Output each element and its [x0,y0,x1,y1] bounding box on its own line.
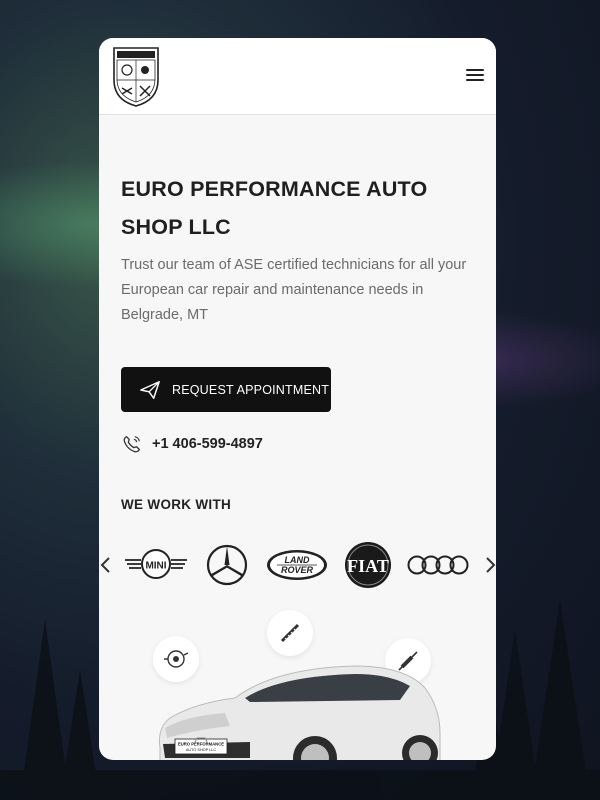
shock-absorber-bubble [267,610,313,656]
phone-number: +1 406-599-4897 [152,436,263,452]
brand-mini-logo[interactable]: MINI [123,540,189,590]
plate-line2: AUTO SHOP LLC [186,748,217,752]
plate-line1: EURO PERFORMANCE [178,742,224,747]
brand-rover-text: ROVER [281,565,314,575]
we-work-with-heading: WE WORK WITH [121,497,232,512]
page-title: EURO PERFORMANCE AUTO SHOP LLC [121,170,461,246]
request-appointment-button[interactable]: REQUEST APPOINTMENT [121,367,331,412]
page-title-line2: SHOP LLC [121,215,231,239]
brand-fiat-text: FIAT [347,556,389,576]
brand-fiat-logo[interactable]: FIAT [343,540,393,590]
mobile-site-frame: EURO PERFORMANCE AUTO SHOP LLC Trust our… [99,38,496,760]
brand-mercedes-logo[interactable] [205,540,249,590]
phone-icon [123,436,140,453]
paper-plane-icon [140,380,160,399]
hero-description: Trust our team of ASE certified technici… [121,257,467,323]
hamburger-menu-icon[interactable] [466,66,484,82]
white-car-image: EURO PERFORMANCE AUTO SHOP LLC [159,665,441,760]
page-title-line1: EURO PERFORMANCE AUTO [121,177,428,201]
brand-land-text: LAND [285,555,310,565]
chevron-right-icon[interactable] [485,556,496,574]
brand-audi-logo[interactable] [407,540,469,590]
hero-car-illustration: EURO PERFORMANCE AUTO SHOP LLC [99,603,496,760]
site-header [99,38,496,115]
shock-absorber-icon [280,623,300,643]
site-logo[interactable] [110,44,162,108]
brand-mini-text: MINI [145,561,166,572]
brand-land-rover-logo[interactable]: LAND ROVER [265,540,329,590]
phone-link[interactable]: +1 406-599-4897 [121,432,263,456]
chevron-left-icon[interactable] [99,556,111,574]
request-appointment-label: REQUEST APPOINTMENT [172,382,330,397]
